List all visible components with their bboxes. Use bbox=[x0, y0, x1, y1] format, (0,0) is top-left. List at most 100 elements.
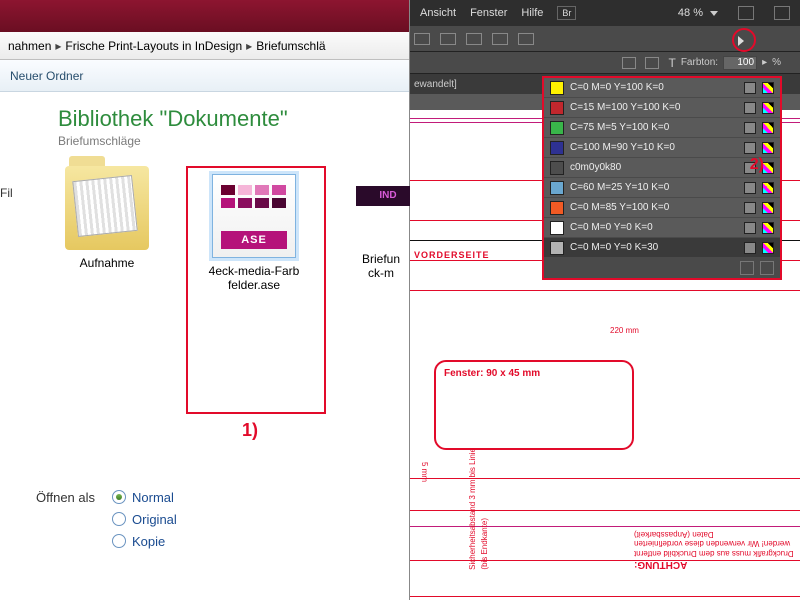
tool-icon[interactable] bbox=[492, 33, 508, 45]
file-label: Briefun bbox=[356, 252, 406, 266]
swatch-chip bbox=[550, 121, 564, 135]
swatch-chip bbox=[550, 221, 564, 235]
swatch-chip bbox=[550, 141, 564, 155]
indesign-app: Ansicht Fenster Hilfe Br 48 % T Farbton:… bbox=[410, 0, 800, 600]
file-list: Fil Aufnahme ASE 4eck-media-Farb felder.… bbox=[0, 154, 409, 414]
zoom-dropdown[interactable]: 48 % bbox=[678, 7, 718, 19]
file-label: Aufnahme bbox=[58, 256, 156, 270]
farbton-input[interactable] bbox=[723, 56, 757, 70]
color-mode-icon bbox=[762, 142, 774, 154]
guide-line[interactable] bbox=[410, 290, 800, 291]
swatch-chip bbox=[550, 81, 564, 95]
bridge-icon[interactable]: Br bbox=[557, 6, 576, 20]
stroke-swatch-icon[interactable] bbox=[645, 57, 659, 69]
file-label: felder.ase bbox=[194, 278, 314, 292]
chevron-right-icon: ▸ bbox=[246, 39, 252, 53]
breadcrumb-seg[interactable]: Briefumschlä bbox=[256, 39, 325, 53]
file-item[interactable]: IND Briefun ck-m bbox=[356, 166, 406, 414]
swatch-name: C=0 M=0 Y=0 K=30 bbox=[570, 242, 738, 253]
folder-icon bbox=[65, 166, 149, 250]
color-type-icon bbox=[744, 242, 756, 254]
ase-badge: ASE bbox=[221, 231, 287, 249]
new-folder-button[interactable]: Neuer Ordner bbox=[10, 69, 83, 83]
swatch-name: c0m0y0k80 bbox=[570, 162, 738, 173]
color-mode-icon bbox=[762, 222, 774, 234]
breadcrumb[interactable]: nahmen ▸ Frische Print-Layouts in InDesi… bbox=[0, 32, 409, 60]
breadcrumb-seg[interactable]: Frische Print-Layouts in InDesign bbox=[65, 39, 242, 53]
breadcrumb-seg[interactable]: nahmen bbox=[8, 39, 51, 53]
indesign-control-bar bbox=[410, 26, 800, 52]
new-swatch-icon[interactable] bbox=[740, 261, 754, 275]
color-mode-icon bbox=[762, 202, 774, 214]
windows-explorer: nahmen ▸ Frische Print-Layouts in InDesi… bbox=[0, 0, 410, 600]
color-mode-icon bbox=[762, 102, 774, 114]
panel-menu-icon[interactable] bbox=[738, 36, 748, 46]
swatch-item[interactable]: C=100 M=90 Y=10 K=0 bbox=[544, 138, 780, 158]
swatch-name: C=15 M=100 Y=100 K=0 bbox=[570, 102, 738, 113]
swatch-chip bbox=[550, 161, 564, 175]
tool-icon[interactable] bbox=[440, 33, 456, 45]
swatch-item[interactable]: C=15 M=100 Y=100 K=0 bbox=[544, 98, 780, 118]
swatch-item[interactable]: C=75 M=5 Y=100 K=0 bbox=[544, 118, 780, 138]
swatch-footer bbox=[544, 258, 780, 278]
radio-normal[interactable] bbox=[112, 490, 126, 504]
swatch-item[interactable]: C=0 M=0 Y=0 K=0 bbox=[544, 218, 780, 238]
text-icon[interactable]: T bbox=[668, 56, 675, 70]
library-subtitle: Briefumschläge bbox=[58, 134, 409, 148]
radio-label[interactable]: Original bbox=[132, 512, 177, 527]
delete-swatch-icon[interactable] bbox=[760, 261, 774, 275]
margin-label: Sicherheitsabstand 3 mm bis Linie bbox=[468, 448, 477, 570]
color-type-icon bbox=[744, 102, 756, 114]
library-title: Bibliothek "Dokumente" bbox=[58, 106, 409, 132]
tool-icon[interactable] bbox=[414, 33, 430, 45]
menu-ansicht[interactable]: Ansicht bbox=[420, 7, 456, 19]
margin-label: (bis Endkante) bbox=[480, 518, 489, 570]
color-type-icon bbox=[744, 142, 756, 154]
swatch-item[interactable]: C=60 M=25 Y=10 K=0 bbox=[544, 178, 780, 198]
swatch-item[interactable]: C=0 M=0 Y=100 K=0 bbox=[544, 78, 780, 98]
swatch-item[interactable]: C=0 M=85 Y=100 K=0 bbox=[544, 198, 780, 218]
swatch-chip bbox=[550, 201, 564, 215]
radio-kopie[interactable] bbox=[112, 534, 126, 548]
color-type-icon bbox=[744, 182, 756, 194]
chevron-down-icon bbox=[710, 11, 718, 16]
annotation-1: 1) bbox=[180, 420, 320, 441]
color-mode-icon bbox=[762, 82, 774, 94]
ase-file-icon: ASE bbox=[212, 174, 296, 258]
annotation-box-1: ASE 4eck-media-Farb felder.ase bbox=[186, 166, 326, 414]
indesign-menubar: Ansicht Fenster Hilfe Br 48 % bbox=[410, 0, 800, 26]
radio-original[interactable] bbox=[112, 512, 126, 526]
ase-file-item[interactable]: ASE 4eck-media-Farb felder.ase bbox=[194, 174, 314, 292]
menu-hilfe[interactable]: Hilfe bbox=[521, 7, 543, 19]
swatch-chip bbox=[550, 181, 564, 195]
chevron-right-icon[interactable]: ▸ bbox=[762, 57, 767, 68]
swatch-name: C=0 M=85 Y=100 K=0 bbox=[570, 202, 738, 213]
tool-icon[interactable] bbox=[518, 33, 534, 45]
file-label: ck-m bbox=[356, 266, 406, 280]
tool-icon[interactable] bbox=[466, 33, 482, 45]
layout-icon[interactable] bbox=[738, 6, 754, 20]
annotation-2: 2) bbox=[750, 156, 764, 174]
swatch-name: C=60 M=25 Y=10 K=0 bbox=[570, 182, 738, 193]
swatches-panel: C=0 M=0 Y=100 K=0 C=15 M=100 Y=100 K=0 C=7… bbox=[542, 76, 782, 280]
window-placeholder[interactable]: Fenster: 90 x 45 mm bbox=[434, 360, 634, 450]
color-mode-icon bbox=[762, 242, 774, 254]
screen-mode-icon[interactable] bbox=[774, 6, 790, 20]
swatch-name: C=100 M=90 Y=10 K=0 bbox=[570, 142, 738, 153]
folder-item[interactable]: Aufnahme bbox=[58, 166, 156, 414]
swatch-item[interactable]: c0m0y0k80 bbox=[544, 158, 780, 178]
dimension-label: 220 mm bbox=[610, 326, 639, 335]
fill-swatch-icon[interactable] bbox=[622, 57, 636, 69]
guide-line[interactable] bbox=[410, 596, 800, 597]
swatch-chip bbox=[550, 101, 564, 115]
window-titlebar[interactable] bbox=[0, 0, 409, 32]
color-type-icon bbox=[744, 222, 756, 234]
swatch-name: C=75 M=5 Y=100 K=0 bbox=[570, 122, 738, 133]
fenster-caption: Fenster: 90 x 45 mm bbox=[444, 368, 540, 379]
menu-fenster[interactable]: Fenster bbox=[470, 7, 507, 19]
radio-label[interactable]: Kopie bbox=[132, 534, 165, 549]
swatch-item[interactable]: C=0 M=0 Y=0 K=30 bbox=[544, 238, 780, 258]
sidebar-item[interactable]: Fil bbox=[0, 186, 13, 200]
open-as-group: Öffnen als Normal Original Kopie bbox=[36, 486, 177, 552]
radio-label[interactable]: Normal bbox=[132, 490, 174, 505]
